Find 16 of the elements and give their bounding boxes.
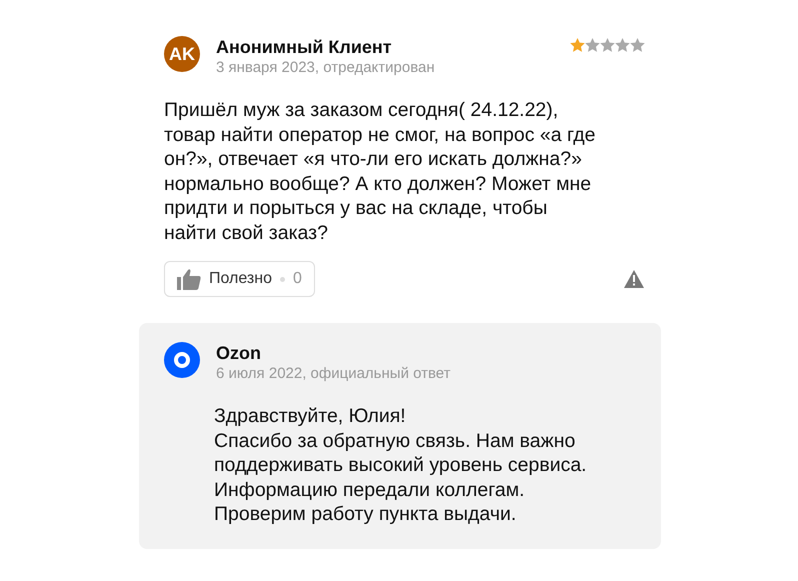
author-name: Ozon xyxy=(216,342,262,364)
ozon-logo-icon xyxy=(164,342,200,378)
helpful-button[interactable]: Полезно 0 xyxy=(164,261,315,297)
star-icon xyxy=(570,38,585,52)
warning-icon[interactable] xyxy=(624,270,644,288)
review-text: Пришёл муж за заказом сегодня( 24.12.22), товар найти оператор не смог, на вопрос «а где он?», отвечает «я что-ли его искать должна?» нормально вообще? А кто должен? Может мне придти и порыться у вас на складе, чтобы найти свой заказ? xyxy=(164,98,596,245)
review-date: 3 января 2023, отредактирован xyxy=(216,58,436,78)
thumbs-up-icon xyxy=(177,268,201,290)
star-icon xyxy=(615,38,630,52)
star-icon xyxy=(600,38,615,52)
star-icon xyxy=(630,38,645,52)
author-name: Анонимный Клиент xyxy=(216,36,393,58)
reply-date: 6 июля 2022, официальный ответ xyxy=(216,364,451,384)
avatar: AK xyxy=(164,36,200,72)
reply-text: Здравствуйте, Юлия! Спасибо за обратную связь. Нам важно поддерживать высокий уровень сервиса. Информацию передали коллегам. Проверим работу пункта выдачи. xyxy=(214,404,588,526)
star-icon xyxy=(585,38,600,52)
